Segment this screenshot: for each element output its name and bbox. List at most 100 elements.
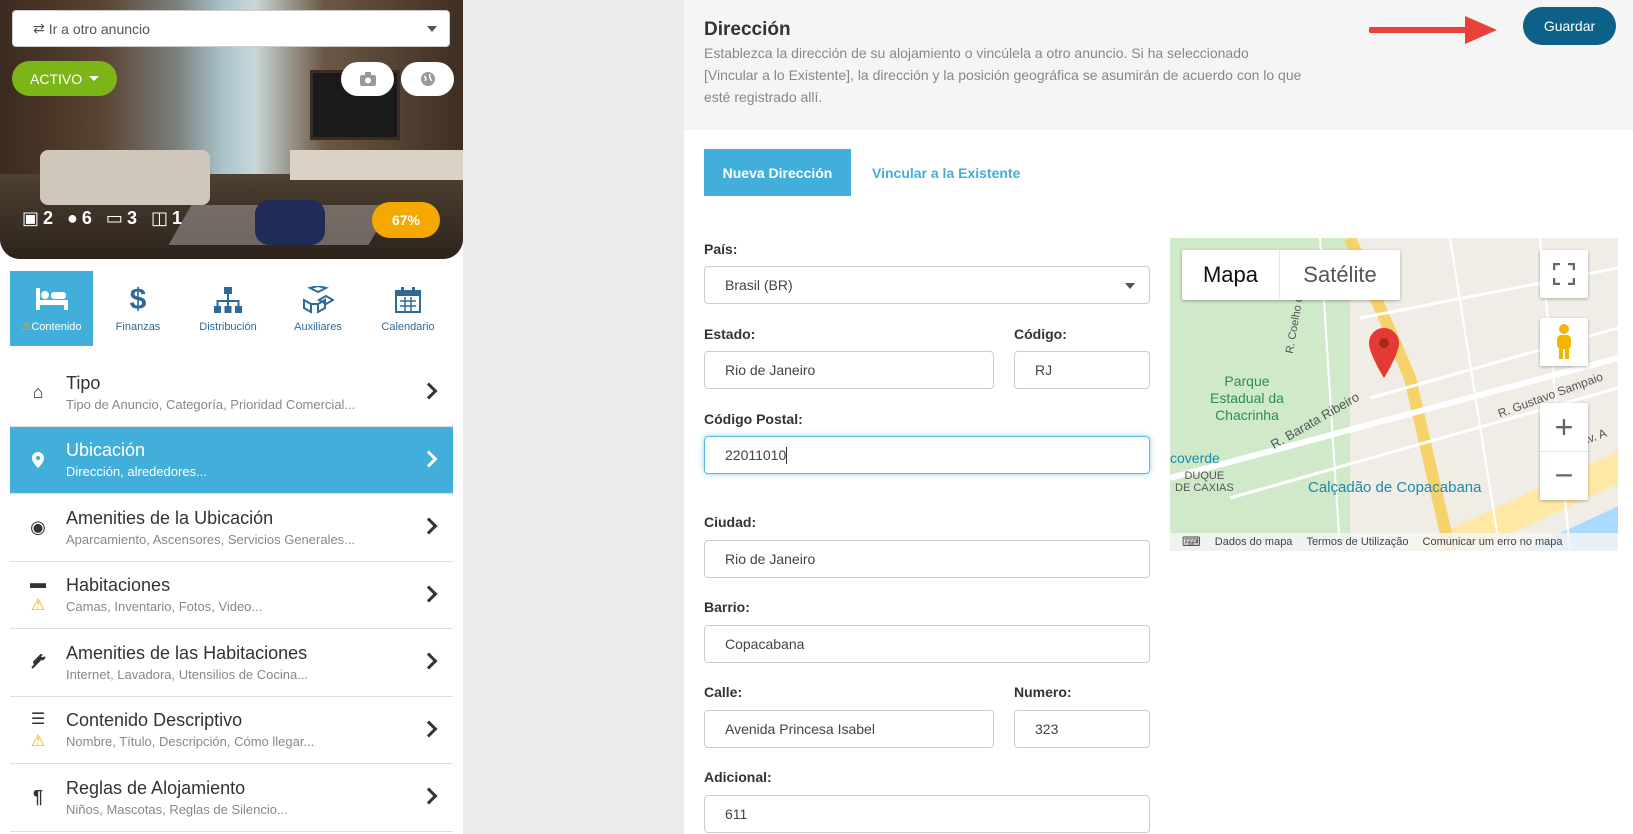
- menu-item-title: Ubicación: [66, 440, 146, 461]
- menu-item-subtitle: Aparcamiento, Ascensores, Servicios Gene…: [66, 531, 356, 547]
- pegman-icon: [1557, 324, 1571, 359]
- warning-icon: ⚠: [30, 732, 46, 750]
- postal-code-value: 22011010: [725, 447, 787, 463]
- bed-icon: ▭: [105, 208, 123, 228]
- map-report-link[interactable]: Comunicar um erro no mapa: [1423, 536, 1563, 548]
- street-view-button[interactable]: [1540, 318, 1588, 366]
- bed-icon: [35, 288, 68, 310]
- zoom-out-button[interactable]: −: [1540, 452, 1588, 500]
- menu-item-subtitle: Nombre, Título, Descripción, Cómo llegar…: [66, 734, 315, 750]
- menu-item-title: Amenities de la Ubicación: [66, 507, 274, 528]
- state-field[interactable]: Rio de Janeiro: [704, 351, 994, 389]
- align-left-icon: ☰: [30, 710, 46, 728]
- listing-stats: ▣ 2 ● 6 ▭ 3 ◫ 1: [22, 208, 182, 229]
- main-panel: Dirección Establezca la dirección de su …: [684, 0, 1633, 834]
- map-pin-icon: [32, 451, 44, 468]
- menu-item-reglas[interactable]: ¶ Reglas de Alojamiento Niños, Mascotas, …: [10, 764, 453, 832]
- web-button[interactable]: [401, 62, 454, 96]
- street-field[interactable]: Avenida Princesa Isabel: [704, 710, 994, 748]
- arrow-right-icon: [1369, 16, 1497, 44]
- menu-item-amenities-ubicacion[interactable]: ◉ Amenities de la Ubicación Aparcamiento,…: [10, 494, 453, 562]
- state-label: Estado:: [704, 326, 756, 342]
- map-terms-link[interactable]: Termos de Utilização: [1306, 536, 1408, 548]
- menu-item-subtitle: Dirección, alrededores...: [66, 464, 207, 480]
- tab-label: Distribución: [199, 320, 257, 333]
- additional-value: 611: [725, 806, 748, 822]
- tab-nueva-direccion[interactable]: Nueva Dirección: [704, 149, 851, 196]
- menu-item-title: Habitaciones: [66, 575, 171, 596]
- chevron-right-icon: [420, 652, 438, 670]
- postal-code-label: Código Postal:: [704, 411, 803, 427]
- menu-item-tipo[interactable]: ⌂ Tipo Tipo de Anuncio, Categoría, Priori…: [10, 359, 453, 427]
- chevron-down-icon: [427, 25, 437, 32]
- location-map[interactable]: Parque Estadual da Chacrinha R. Barata R…: [1170, 238, 1618, 551]
- menu-item-title: Amenities de las Habitaciones: [66, 642, 308, 663]
- tab-contenido[interactable]: ⚠Contenido: [10, 271, 93, 346]
- beds-count: 3: [126, 208, 137, 228]
- go-to-listing-placeholder: Ir a otro anuncio: [48, 20, 150, 37]
- completion-badge: 67%: [372, 202, 440, 238]
- map-footer: ⌨ Dados do mapa Termos de Utilização Com…: [1170, 533, 1618, 551]
- menu-item-ubicacion[interactable]: Ubicación Dirección, alrededores...: [10, 426, 453, 494]
- map-label-place: DUQUE DE CAXIAS: [1175, 470, 1234, 494]
- fullscreen-button[interactable]: [1540, 250, 1588, 298]
- city-field[interactable]: Rio de Janeiro: [704, 540, 1150, 578]
- content-menu: ⌂ Tipo Tipo de Anuncio, Categoría, Priori…: [10, 359, 453, 832]
- keyboard-icon[interactable]: ⌨: [1182, 534, 1201, 550]
- camera-icon: [359, 72, 376, 86]
- swap-icon: ⇄: [33, 20, 45, 36]
- state-value: Rio de Janeiro: [725, 362, 816, 378]
- section-tabs: ⚠Contenido $ Finanzas Distribución Auxil…: [10, 271, 453, 346]
- baths-count: 1: [171, 208, 182, 228]
- photos-button[interactable]: [341, 62, 394, 96]
- tab-label: Auxiliares: [294, 320, 342, 333]
- country-label: País:: [704, 241, 738, 257]
- map-type-control: Mapa Satélite: [1182, 250, 1400, 300]
- listing-photo: ⇄ Ir a otro anuncio ACTIVO ▣ 2 ● 6 ▭ 3 ◫ 1 6…: [0, 0, 463, 259]
- country-select[interactable]: Brasil (BR): [704, 266, 1150, 304]
- cube-icon: ▣: [22, 208, 40, 228]
- number-field[interactable]: 323: [1014, 710, 1150, 748]
- postal-code-field[interactable]: 22011010: [704, 436, 1150, 474]
- dollar-icon: $: [129, 282, 147, 316]
- tab-finanzas[interactable]: $ Finanzas: [93, 271, 183, 346]
- status-dropdown[interactable]: ACTIVO: [12, 61, 118, 96]
- user-icon: ●: [67, 208, 78, 228]
- chevron-right-icon: [420, 585, 438, 603]
- tab-label: Calendario: [381, 320, 435, 333]
- save-button[interactable]: Guardar: [1523, 7, 1616, 45]
- menu-item-subtitle: Tipo de Anuncio, Categoría, Prioridad Co…: [66, 396, 356, 412]
- chevron-right-icon: [420, 382, 438, 400]
- menu-item-contenido-descriptivo[interactable]: ☰ ⚠ Contenido Descriptivo Nombre, Título, …: [10, 697, 453, 764]
- tab-vincular-existente[interactable]: Vincular a la Existente: [872, 149, 1020, 196]
- street-label: Calle:: [704, 684, 743, 700]
- zoom-in-button[interactable]: +: [1540, 404, 1588, 452]
- pilcrow-icon: ¶: [32, 786, 43, 807]
- tab-distribucion[interactable]: Distribución: [183, 271, 273, 346]
- tab-label: Contenido: [31, 321, 82, 333]
- zoom-control: + −: [1540, 403, 1588, 500]
- sitemap-icon: [214, 286, 242, 313]
- menu-item-habitaciones[interactable]: ▬ ⚠ Habitaciones Camas, Inventario, Fotos,…: [10, 562, 453, 629]
- code-label: Código:: [1014, 326, 1067, 342]
- map-type-map-button[interactable]: Mapa: [1182, 250, 1280, 300]
- tab-calendario[interactable]: Calendario: [363, 271, 453, 346]
- menu-item-amenities-habitaciones[interactable]: Amenities de las Habitaciones Internet, L…: [10, 629, 453, 697]
- guests-count: 6: [81, 208, 92, 228]
- code-value: RJ: [1035, 362, 1053, 378]
- map-marker-icon: [1369, 328, 1399, 378]
- map-type-satellite-button[interactable]: Satélite: [1280, 250, 1400, 300]
- text-cursor: [786, 446, 788, 464]
- map-data-link[interactable]: Dados do mapa: [1215, 536, 1293, 548]
- district-field[interactable]: Copacabana: [704, 625, 1150, 663]
- globe-icon: [420, 72, 435, 86]
- go-to-listing-select[interactable]: ⇄ Ir a otro anuncio: [12, 10, 450, 47]
- city-label: Ciudad:: [704, 514, 757, 530]
- number-label: Numero:: [1014, 684, 1072, 700]
- tab-auxiliares[interactable]: Auxiliares: [273, 271, 363, 346]
- code-field[interactable]: RJ: [1014, 351, 1150, 389]
- additional-field[interactable]: 611: [704, 795, 1150, 833]
- caret-down-icon: [89, 76, 100, 81]
- map-label-place: coverde: [1170, 450, 1220, 466]
- map-label-place: Calçadão de Copacabana: [1308, 479, 1482, 496]
